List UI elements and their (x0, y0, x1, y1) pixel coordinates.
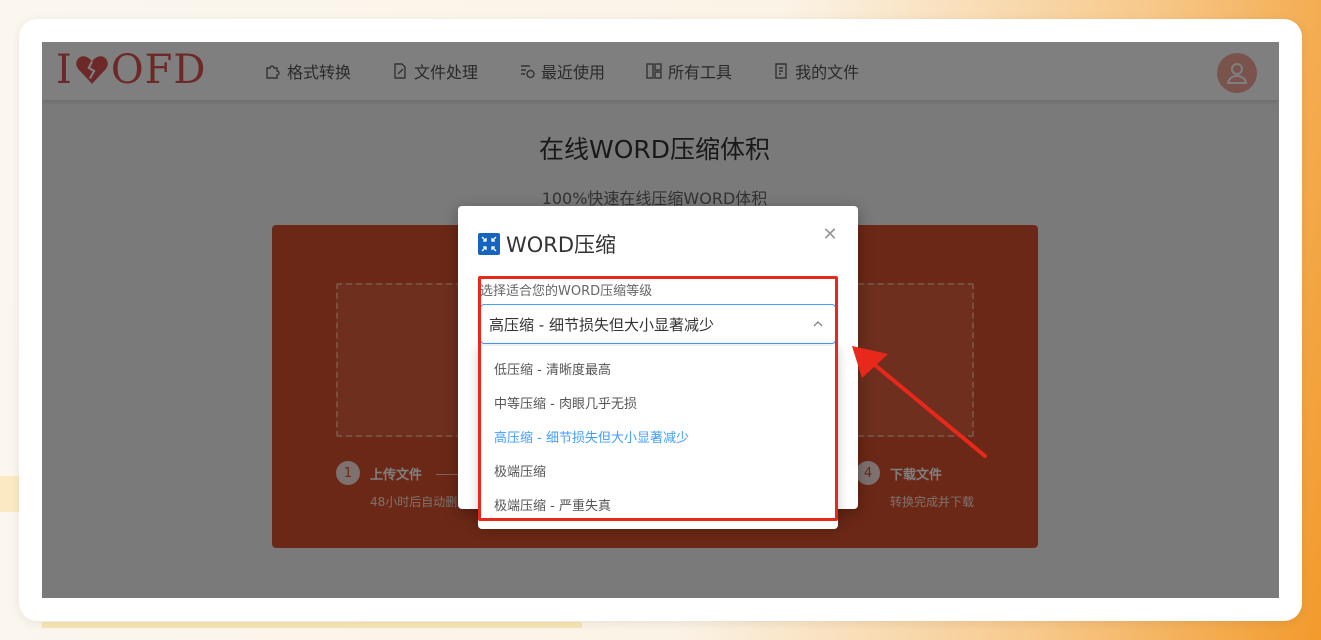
background-strip (0, 476, 20, 512)
compression-level-label: 选择适合您的WORD压缩等级 (480, 284, 653, 299)
compress-icon (478, 233, 500, 255)
option-medium[interactable]: 中等压缩 - 肉眼几乎无损 (478, 388, 838, 422)
dialog-title: WORD压缩 (478, 229, 616, 259)
compression-level-select[interactable]: 高压缩 - 细节损失但大小显著减少 (480, 304, 836, 344)
background-strip-bottom (42, 622, 582, 628)
option-low[interactable]: 低压缩 - 清晰度最高 (478, 354, 838, 388)
option-high[interactable]: 高压缩 - 细节损失但大小显著减少 (478, 422, 838, 456)
close-icon[interactable]: ✕ (821, 226, 839, 244)
dialog-title-text: WORD压缩 (506, 233, 617, 257)
chevron-up-icon (813, 321, 823, 327)
compression-level-dropdown: 低压缩 - 清晰度最高 中等压缩 - 肉眼几乎无损 高压缩 - 细节损失但大小显… (478, 346, 838, 529)
select-value: 高压缩 - 细节损失但大小显著减少 (489, 315, 714, 334)
option-extreme[interactable]: 极端压缩 (478, 456, 838, 490)
option-extreme-distort[interactable]: 极端压缩 - 严重失真 (478, 490, 838, 524)
